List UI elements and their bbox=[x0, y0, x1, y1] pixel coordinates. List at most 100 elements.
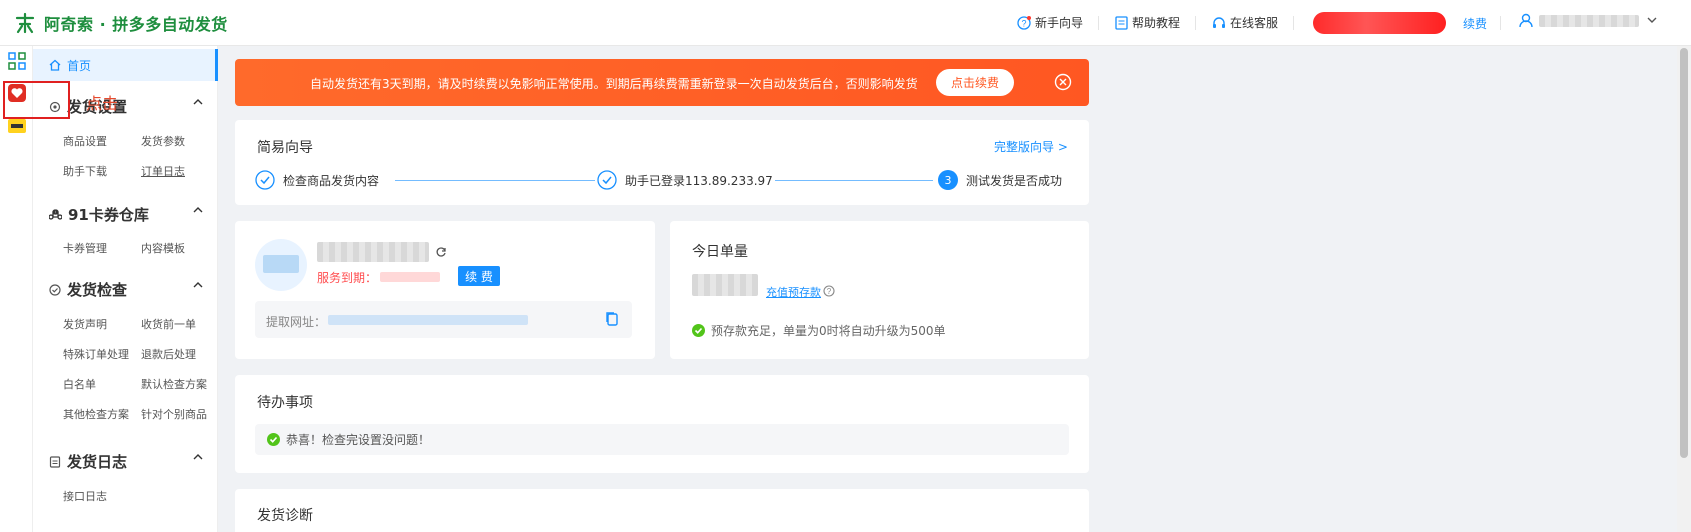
chevron-up-icon bbox=[193, 99, 203, 105]
copy-icon[interactable] bbox=[605, 311, 619, 327]
refresh-icon[interactable] bbox=[435, 246, 447, 258]
sidebar-group-delivery-check[interactable]: 发货检查 bbox=[49, 279, 209, 300]
scrollbar-thumb[interactable] bbox=[1680, 48, 1688, 458]
chevron-down-icon bbox=[1647, 17, 1657, 23]
sidebar-item-card-management[interactable]: 卡券管理 bbox=[63, 240, 107, 256]
sidebar-item-other-check[interactable]: 其他检查方案 bbox=[63, 406, 129, 422]
sidebar-item-before-receipt[interactable]: 收货前一单 bbox=[141, 316, 196, 332]
redacted-shop-name bbox=[317, 242, 429, 262]
sidebar-item-delivery-params[interactable]: 发货参数 bbox=[141, 133, 185, 149]
prestore-message: 预存款充足，单量为0时将自动升级为500单 bbox=[711, 324, 946, 338]
todo-title: 待办事项 bbox=[257, 395, 313, 411]
yellow-app-icon[interactable] bbox=[8, 119, 26, 133]
delivery-diagnosis-card: 发货诊断 bbox=[235, 489, 1089, 532]
svg-text:?: ? bbox=[827, 287, 832, 296]
redacted-order-count bbox=[692, 274, 758, 296]
guide-title: 简易向导 bbox=[257, 140, 313, 156]
sidebar-group-card-warehouse[interactable]: 91卡券仓库 bbox=[49, 204, 209, 225]
success-check-icon bbox=[267, 433, 280, 446]
page-scrollbar[interactable] bbox=[1677, 46, 1691, 532]
banner-renew-button[interactable]: 点击续费 bbox=[936, 69, 1014, 96]
sidebar-group-delivery-log[interactable]: 发货日志 bbox=[49, 451, 209, 472]
sidebar-item-after-refund[interactable]: 退款后处理 bbox=[141, 346, 196, 362]
sidebar-item-whitelist[interactable]: 白名单 bbox=[63, 376, 96, 392]
user-menu[interactable] bbox=[1519, 13, 1657, 28]
redacted-expiry-date bbox=[380, 272, 440, 282]
expiry-warning-banner: 自动发货还有3天到期，请及时续费以免影响正常使用。到期后再续费需重新登录一次自动… bbox=[235, 59, 1089, 106]
guide-step-3[interactable]: 3 测试发货是否成功 bbox=[938, 170, 1062, 190]
guide-step-label: 测试发货是否成功 bbox=[966, 173, 1063, 188]
sidebar-group-delivery-settings[interactable]: 发货设置 bbox=[49, 96, 209, 117]
guide-step-1[interactable]: 检查商品发货内容 bbox=[255, 170, 379, 190]
app-title: 阿奇索 · 拼多多自动发货 bbox=[44, 15, 228, 34]
sidebar-group-label: 发货日志 bbox=[67, 453, 128, 471]
check-circle-icon bbox=[255, 170, 275, 190]
banner-message: 自动发货还有3天到期，请及时续费以免影响正常使用。到期后再续费需重新登录一次自动… bbox=[310, 77, 918, 91]
today-orders-title: 今日单量 bbox=[692, 244, 748, 260]
guide-step-label: 检查商品发货内容 bbox=[283, 173, 380, 188]
sidebar-item-default-check[interactable]: 默认检查方案 bbox=[141, 376, 207, 392]
sidebar-group-label: 发货检查 bbox=[67, 281, 128, 299]
sidebar-item-home[interactable]: 首页 bbox=[33, 49, 218, 81]
sidebar-home-label: 首页 bbox=[67, 58, 92, 73]
beginner-guide-label: 新手向导 bbox=[1035, 16, 1084, 30]
guide-step-label: 助手已登录113.89.233.97 bbox=[625, 173, 773, 188]
home-icon bbox=[49, 59, 61, 71]
sidebar-item-content-template[interactable]: 内容模板 bbox=[141, 240, 185, 256]
sidebar-item-specific-product[interactable]: 针对个别商品 bbox=[141, 406, 207, 422]
chevron-up-icon bbox=[193, 454, 203, 460]
command-key-icon bbox=[49, 209, 62, 220]
step-number-badge: 3 bbox=[938, 170, 958, 190]
todo-card: 待办事项 恭喜！检查完设置没问题！ bbox=[235, 375, 1089, 473]
app-logo[interactable]: 阿奇索 · 拼多多自动发货 bbox=[14, 11, 228, 35]
fetch-url-box: 提取网址： bbox=[255, 301, 632, 338]
chevron-up-icon bbox=[193, 207, 203, 213]
redacted-account-badge bbox=[1313, 12, 1446, 34]
shield-check-icon bbox=[49, 283, 61, 296]
headset-icon bbox=[1213, 16, 1225, 28]
header-divider bbox=[1195, 16, 1196, 30]
guide-step-2[interactable]: 助手已登录113.89.233.97 bbox=[597, 170, 773, 190]
todo-message-box: 恭喜！检查完设置没问题！ bbox=[255, 424, 1069, 455]
header-divider bbox=[1098, 16, 1099, 30]
header-renew-link[interactable]: 续费 bbox=[1463, 15, 1487, 32]
svg-text:?: ? bbox=[1021, 18, 1026, 28]
sidebar-group-label: 91卡券仓库 bbox=[68, 206, 149, 224]
online-service-link[interactable]: 在线客服 bbox=[1212, 14, 1278, 31]
redacted-fetch-url bbox=[328, 315, 528, 325]
service-expiry-label: 服务到期： bbox=[317, 271, 378, 285]
today-orders-card: 今日单量 充值预存款 ? 预存款充足，单量为0时将自动升级为500单 bbox=[670, 221, 1089, 359]
question-circle-icon: ? bbox=[1017, 15, 1031, 30]
header-divider bbox=[1500, 16, 1501, 30]
sidebar-item-delivery-statement[interactable]: 发货声明 bbox=[63, 316, 107, 332]
help-tutorial-label: 帮助教程 bbox=[1132, 16, 1181, 30]
sidebar-item-special-order[interactable]: 特殊订单处理 bbox=[63, 346, 129, 362]
beginner-guide-link[interactable]: ? 新手向导 bbox=[1017, 14, 1083, 31]
check-circle-icon bbox=[597, 170, 617, 190]
account-renew-button[interactable]: 续 费 bbox=[458, 266, 500, 286]
help-tutorial-link[interactable]: 帮助教程 bbox=[1115, 14, 1180, 31]
click-hint-label: 点击 bbox=[86, 94, 119, 113]
avatar bbox=[255, 239, 307, 291]
step-connector bbox=[775, 180, 933, 181]
sidebar-item-api-log[interactable]: 接口日志 bbox=[63, 488, 107, 504]
grid-apps-icon[interactable] bbox=[8, 52, 26, 70]
diagnosis-title: 发货诊断 bbox=[257, 508, 313, 524]
user-icon bbox=[1519, 13, 1533, 28]
top-header: 阿奇索 · 拼多多自动发货 ? 新手向导 帮助教程 在线客服 续费 bbox=[0, 0, 1691, 46]
sidebar-item-assistant-download[interactable]: 助手下载 bbox=[63, 163, 107, 179]
close-circle-icon[interactable] bbox=[1054, 73, 1072, 91]
full-guide-link[interactable]: 完整版向导 > bbox=[994, 138, 1068, 155]
logo-icon bbox=[15, 12, 35, 34]
sidebar-item-order-log[interactable]: 订单日志 bbox=[141, 163, 185, 179]
account-card: 服务到期： 续 费 提取网址： bbox=[235, 221, 655, 359]
sidebar-item-product-settings[interactable]: 商品设置 bbox=[63, 133, 107, 149]
question-circle-icon[interactable]: ? bbox=[823, 285, 835, 297]
online-service-label: 在线客服 bbox=[1230, 16, 1279, 30]
fetch-url-label: 提取网址： bbox=[266, 315, 327, 329]
recharge-prestore-link[interactable]: 充值预存款 bbox=[766, 284, 821, 300]
success-check-icon bbox=[692, 324, 705, 337]
header-divider bbox=[1293, 16, 1294, 30]
step-connector bbox=[395, 180, 595, 181]
todo-message: 恭喜！检查完设置没问题！ bbox=[286, 433, 431, 447]
